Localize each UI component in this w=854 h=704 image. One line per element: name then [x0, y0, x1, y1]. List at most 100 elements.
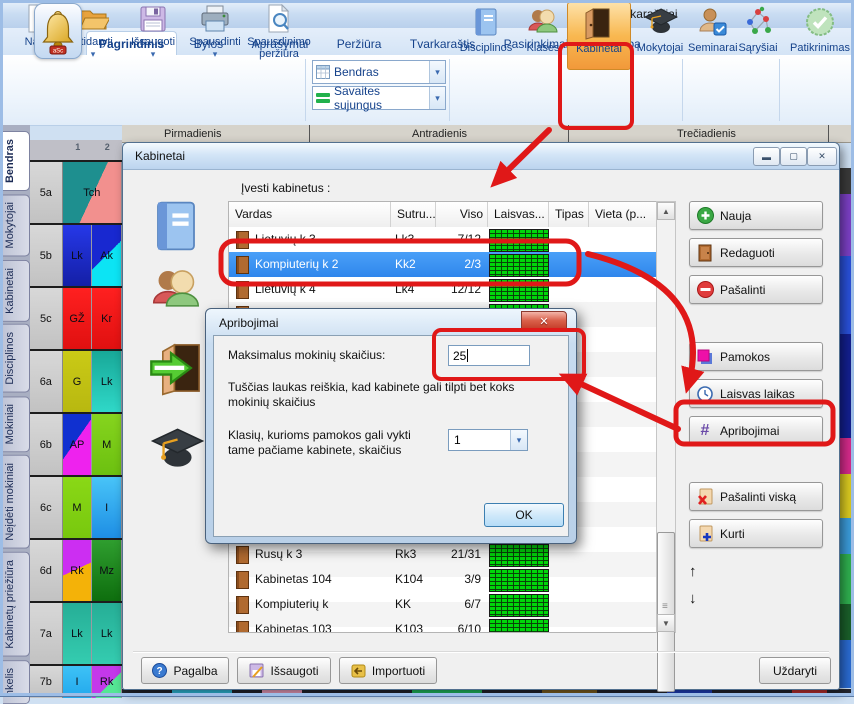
grid-cell[interactable]: Ak: [92, 225, 122, 286]
sidebar-tab-kabinetai[interactable]: Kabinetai: [3, 260, 30, 322]
view-select-weeks[interactable]: Savaites sujungus: [312, 86, 446, 110]
seminarai-button[interactable]: Seminarai: [688, 2, 736, 54]
free-slots-grid: [489, 544, 549, 567]
grid-row-6b: 6b AP M: [30, 412, 122, 475]
move-up-icon[interactable]: [689, 563, 697, 580]
print-preview-icon: [265, 4, 293, 34]
max-students-input[interactable]: 25: [448, 345, 530, 366]
grid-row-7b: 7b I Rk: [30, 664, 122, 698]
pasalinti-viska-button[interactable]: Pašalinti viską: [689, 482, 823, 511]
klases-button[interactable]: Klasės: [521, 2, 565, 54]
table-row[interactable]: Kompiuterių k KK 6/7: [229, 592, 657, 617]
grid-cell[interactable]: I: [92, 477, 122, 538]
grid-row-6a: 6a G Lk: [30, 349, 122, 412]
kurti-button[interactable]: Kurti: [689, 519, 823, 548]
col-laisvas[interactable]: Laisvas...: [488, 202, 549, 227]
table-row-selected[interactable]: Kompiuterių k 2 Kk2 2/3: [229, 252, 657, 277]
bendras-dropdown-caret-icon[interactable]: [429, 61, 445, 83]
category-classrooms-icon[interactable]: [147, 339, 205, 397]
svg-text:?: ?: [157, 666, 163, 677]
grid-cell[interactable]: Lk: [92, 351, 122, 412]
ok-button[interactable]: OK: [484, 503, 564, 527]
apribojimai-close-button[interactable]: ✕: [521, 311, 567, 332]
patikrinimas-button[interactable]: Patikrinimas: [788, 2, 852, 54]
backdrop-bottom-strip: [122, 689, 851, 696]
grid-cell[interactable]: Rk: [63, 540, 93, 601]
grid-cell[interactable]: Kr: [92, 288, 122, 349]
sarysiai-button[interactable]: Sąryšiai: [737, 2, 779, 54]
classes-count-select[interactable]: 1: [448, 429, 528, 451]
save-dropdown-caret-icon[interactable]: [151, 48, 156, 60]
open-dropdown-caret-icon[interactable]: [91, 48, 96, 60]
disciplinos-button[interactable]: Disciplinos: [453, 2, 519, 54]
sidebar-tab-kabinetu-prieziura[interactable]: Kabinetų priežiūra: [3, 552, 30, 657]
close-button[interactable]: ✕: [807, 147, 837, 166]
grid-cell[interactable]: Lk: [92, 603, 122, 664]
col-sutrumpinimas[interactable]: Sutru...: [391, 202, 436, 227]
pagalba-button[interactable]: ? Pagalba: [141, 657, 229, 684]
print-dropdown-caret-icon[interactable]: [213, 48, 218, 60]
uzdaryti-button[interactable]: Uždaryti: [759, 657, 831, 684]
print-preview-button[interactable]: Spausdinimo peržiūra: [246, 2, 312, 60]
save-small-icon: [249, 663, 264, 678]
table-row[interactable]: Lietuvių k 4 Lk4 12/12: [229, 277, 657, 302]
grid-cell[interactable]: M: [92, 414, 122, 475]
hint-text: Tuščias laukas reiškia, kad kabinete gal…: [228, 380, 558, 410]
app-menu-button[interactable]: aSc: [34, 3, 82, 59]
grid-cell[interactable]: M: [63, 477, 93, 538]
scrollbar-thumb[interactable]: [657, 532, 675, 692]
sidebar-tab-mokiniai[interactable]: Mokiniai: [3, 396, 30, 452]
col-viso[interactable]: Viso: [436, 202, 488, 227]
table-scrollbar[interactable]: ▲ ▼: [656, 201, 676, 633]
category-classes-icon[interactable]: [147, 261, 205, 319]
grid-cell[interactable]: Lk: [63, 225, 93, 286]
door-icon: [698, 244, 712, 262]
kabinetai-button[interactable]: Kabinetai: [567, 2, 631, 70]
save-floppy-icon: [139, 5, 167, 33]
category-subjects-icon[interactable]: [147, 197, 205, 255]
print-button[interactable]: Spausdinti: [184, 2, 246, 60]
grid-cell[interactable]: Rk: [92, 666, 122, 698]
laisvas-laikas-button[interactable]: Laisvas laikas: [689, 379, 823, 408]
scroll-down-icon[interactable]: ▼: [657, 614, 675, 632]
apribojimai-button[interactable]: # Apribojimai: [689, 416, 823, 445]
tab-perziura[interactable]: Peržiūra: [325, 32, 394, 55]
sidebar-tab-mokytojai[interactable]: Mokytojai: [3, 194, 30, 256]
grid-cell[interactable]: Lk: [63, 603, 93, 664]
col-tipas[interactable]: Tipas: [549, 202, 589, 227]
table-row[interactable]: Kabinetas 104 K104 3/9: [229, 567, 657, 592]
sidebar-tab-partial[interactable]: nkelis: [3, 660, 30, 704]
minimize-button[interactable]: ▬: [753, 147, 780, 166]
grid-cell[interactable]: GŽ: [63, 288, 93, 349]
issaugoti-button[interactable]: Išsaugoti: [237, 657, 331, 684]
sidebar-tab-neideti-mokiniai[interactable]: Neįdėti mokiniai: [3, 455, 30, 549]
table-row[interactable]: Rusų k 3 Rk3 21/31: [229, 542, 657, 567]
importuoti-button[interactable]: Importuoti: [339, 657, 437, 684]
save-button[interactable]: Išsaugoti: [124, 2, 182, 60]
redaguoti-button[interactable]: Redaguoti: [689, 238, 823, 267]
col-vardas[interactable]: Vardas: [229, 202, 391, 227]
weeks-dropdown-caret-icon[interactable]: [429, 87, 445, 109]
category-teachers-icon[interactable]: [147, 419, 205, 477]
grid-row-6d: 6d Rk Mz: [30, 538, 122, 601]
grid-cell[interactable]: Tch: [63, 162, 122, 223]
table-row[interactable]: Kabinetas 103 K103 6/10: [229, 617, 657, 632]
grid-cell[interactable]: G: [63, 351, 93, 412]
kabinetai-dialog-titlebar[interactable]: Kabinetai: [123, 143, 839, 170]
pasalinti-button[interactable]: Pašalinti: [689, 275, 823, 304]
view-select-bendras[interactable]: Bendras: [312, 60, 446, 84]
move-down-icon[interactable]: [689, 590, 697, 607]
scroll-up-icon[interactable]: ▲: [657, 202, 675, 220]
grid-cell[interactable]: I: [63, 666, 93, 698]
grid-cell[interactable]: Mz: [92, 540, 122, 601]
grid-cell[interactable]: AP: [63, 414, 93, 475]
mokytojai-button[interactable]: Mokytojai: [631, 2, 689, 54]
pamokos-button[interactable]: Pamokos: [689, 342, 823, 371]
graduation-cap-icon: [642, 7, 678, 37]
col-vieta[interactable]: Vieta (p...: [589, 202, 657, 227]
sidebar-tab-bendras[interactable]: Bendras: [3, 131, 30, 191]
table-row[interactable]: Lietuvių k 3 Lk3 7/12: [229, 227, 657, 252]
maximize-button[interactable]: ▢: [780, 147, 807, 166]
sidebar-tab-disciplinos[interactable]: Disciplinos: [3, 324, 30, 393]
nauja-button[interactable]: Nauja: [689, 201, 823, 230]
